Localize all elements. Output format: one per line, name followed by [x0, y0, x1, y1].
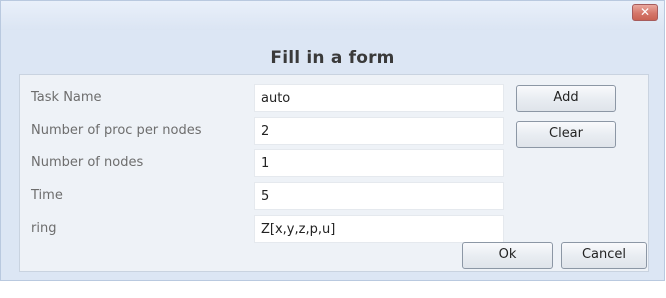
- clear-button[interactable]: Clear: [516, 121, 616, 148]
- add-button[interactable]: Add: [516, 85, 616, 112]
- form-title: Fill in a form: [270, 48, 395, 68]
- task-name-label: Task Name: [31, 90, 102, 105]
- ring-input[interactable]: [254, 215, 504, 243]
- close-icon[interactable]: ✕: [632, 4, 658, 21]
- field-row-nodes: Number of nodes: [20, 149, 648, 179]
- title-bar: ✕: [1, 1, 664, 30]
- ok-button[interactable]: Ok: [462, 242, 553, 269]
- ring-label: ring: [31, 221, 57, 236]
- field-row-ring: ring: [20, 215, 648, 245]
- task-name-input[interactable]: [254, 84, 504, 112]
- form-dialog: ✕ Fill in a form Task Name Number of pro…: [0, 0, 665, 281]
- cancel-button[interactable]: Cancel: [561, 242, 647, 269]
- time-label: Time: [31, 188, 63, 203]
- proc-per-nodes-label: Number of proc per nodes: [31, 123, 202, 138]
- field-row-time: Time: [20, 182, 648, 212]
- nodes-label: Number of nodes: [31, 155, 144, 170]
- form-panel: Task Name Number of proc per nodes Numbe…: [19, 74, 649, 272]
- nodes-input[interactable]: [254, 149, 504, 177]
- time-input[interactable]: [254, 182, 504, 210]
- proc-per-nodes-input[interactable]: [254, 117, 504, 145]
